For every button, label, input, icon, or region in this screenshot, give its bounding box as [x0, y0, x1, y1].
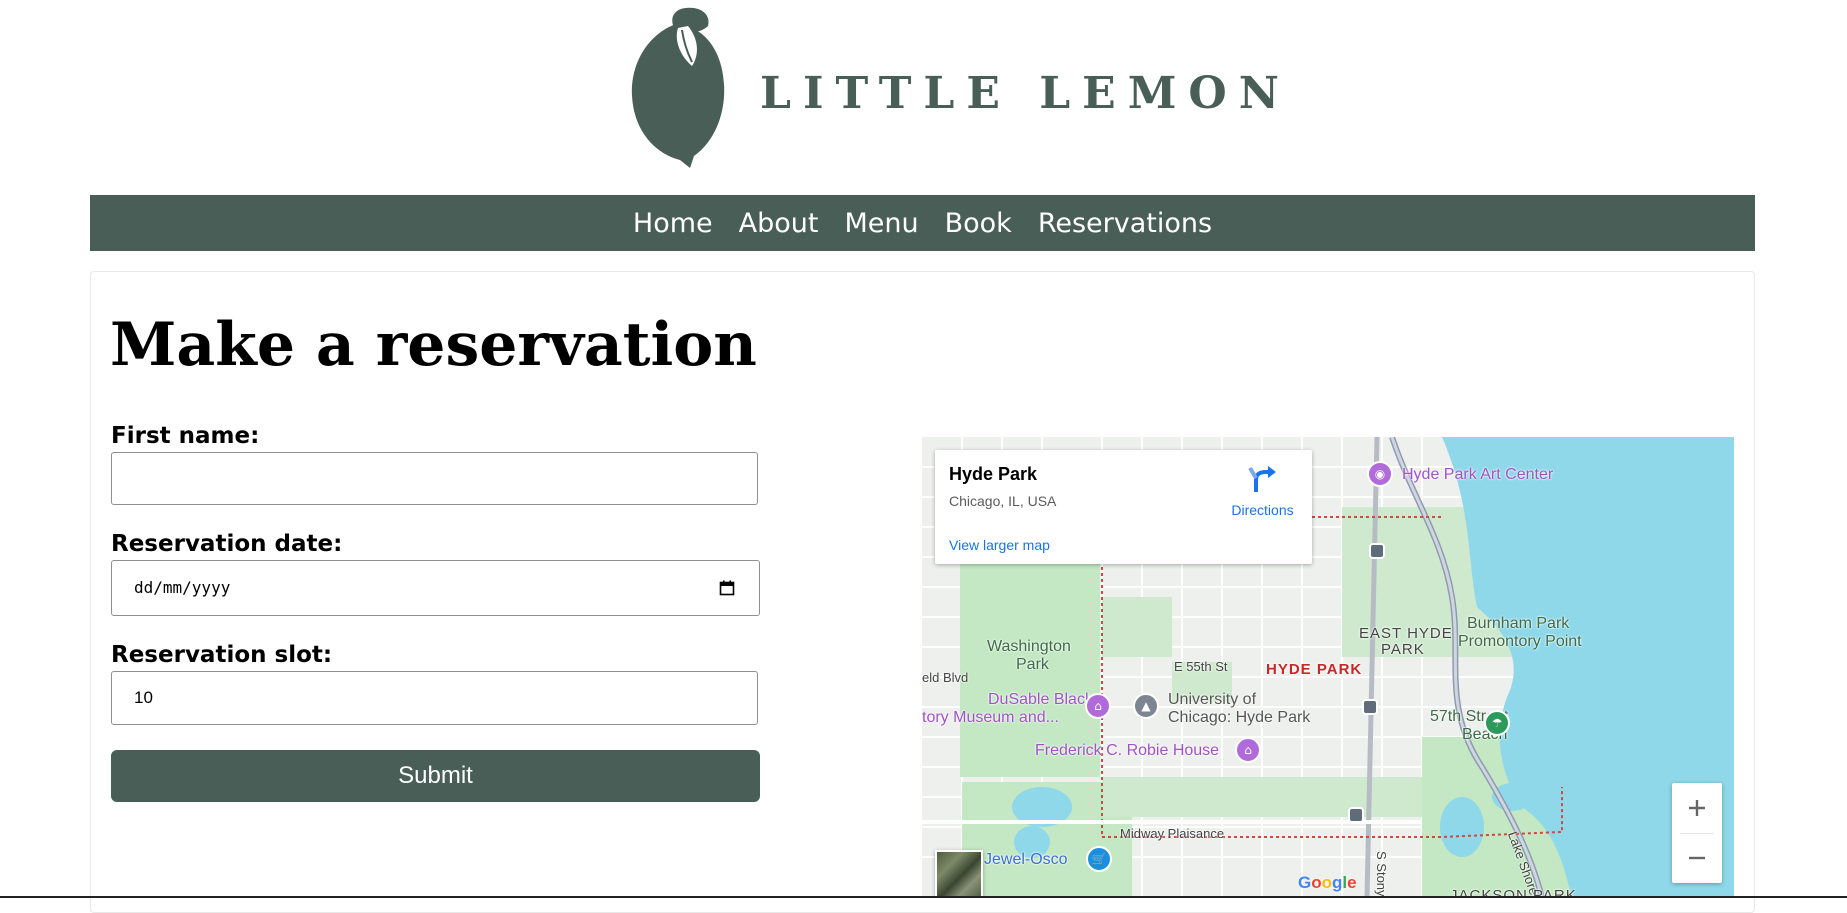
place-address: Chicago, IL, USA [949, 493, 1057, 509]
lemon-icon [631, 7, 725, 168]
nav-about[interactable]: About [739, 208, 819, 239]
first-name-input[interactable] [111, 452, 758, 505]
directions-label: Directions [1231, 502, 1294, 518]
minus-icon [1689, 856, 1705, 860]
map-label-east-hyde-park-1: EAST HYDE [1359, 625, 1453, 642]
nav-book[interactable]: Book [945, 208, 1012, 239]
nav-menu[interactable]: Menu [844, 208, 918, 239]
nav-home[interactable]: Home [633, 208, 713, 239]
map-label-uchicago-2[interactable]: Chicago: Hyde Park [1168, 709, 1310, 726]
reservation-date-label: Reservation date: [111, 531, 343, 557]
map-label-midway: Midway Plaisance [1120, 826, 1225, 841]
shopping-cart-icon[interactable]: 🛒 [1086, 846, 1112, 872]
place-title: Hyde Park [949, 464, 1038, 484]
map-label-uchicago-1[interactable]: University of [1168, 691, 1256, 708]
map-label-burnham-1: Burnham Park [1467, 615, 1570, 632]
transit-icon[interactable] [1348, 807, 1364, 823]
plus-icon [1689, 800, 1705, 816]
map-label-robie[interactable]: Frederick C. Robie House [1035, 742, 1219, 759]
transit-icon[interactable] [1362, 699, 1378, 715]
submit-button[interactable]: Submit [111, 750, 760, 802]
reservation-date-input[interactable]: dd/mm/yyyy [111, 560, 760, 616]
map-label-e55th: E 55th St [1174, 659, 1228, 674]
directions-button[interactable]: Directions [1220, 462, 1305, 522]
site-header: LITTLE LEMON [0, 0, 1847, 195]
map-info-card: Hyde Park Chicago, IL, USA View larger m… [935, 450, 1312, 564]
map-label-east-hyde-park-2: PARK [1381, 641, 1425, 658]
map-label-jewel[interactable]: Jewel-Osco [984, 851, 1068, 868]
satellite-toggle-button[interactable] [935, 850, 983, 898]
zoom-out-button[interactable] [1672, 833, 1722, 883]
map-label-hyde-park-art-center[interactable]: Hyde Park Art Center [1402, 466, 1553, 483]
embedded-map[interactable]: ◉ Hyde Park Art Center Washington Park E… [922, 437, 1734, 898]
transit-icon[interactable] [1369, 543, 1385, 559]
map-label-dusable-2[interactable]: tory Museum and... [922, 709, 1059, 726]
reservation-slot-input[interactable] [111, 671, 758, 725]
directions-icon [1248, 466, 1276, 492]
beach-pin-icon[interactable]: ☂ [1484, 710, 1510, 736]
main-nav: Home About Menu Book Reservations [90, 195, 1755, 251]
brand-logo[interactable]: LITTLE LEMON [628, 4, 1279, 170]
map-label-burnham-2: Promontory Point [1458, 633, 1582, 650]
zoom-control [1672, 783, 1722, 883]
view-larger-map-link[interactable]: View larger map [949, 537, 1050, 553]
page-title: Make a reservation [110, 310, 757, 380]
first-name-label: First name: [111, 423, 260, 449]
reservation-slot-label: Reservation slot: [111, 642, 333, 668]
map-label-washington-park-1: Washington [987, 638, 1071, 655]
reservation-date-value: dd/mm/yyyy [134, 578, 231, 597]
map-label-garfield: eld Blvd [922, 670, 969, 685]
university-pin-icon[interactable]: ▲ [1133, 693, 1159, 719]
map-label-hyde-park-area: HYDE PARK [1266, 661, 1363, 678]
google-logo: Google [1298, 873, 1357, 892]
museum-pin-icon[interactable]: ⌂ [1235, 737, 1261, 763]
museum-pin-icon[interactable]: ⌂ [1085, 693, 1111, 719]
map-label-washington-park-2: Park [1016, 656, 1049, 673]
nav-reservations[interactable]: Reservations [1038, 208, 1212, 239]
calendar-icon[interactable] [719, 580, 735, 596]
museum-pin-icon[interactable]: ◉ [1367, 461, 1393, 487]
brand-name: LITTLE LEMON [760, 68, 1291, 119]
map-label-dusable-1[interactable]: DuSable Black [988, 691, 1093, 708]
zoom-in-button[interactable] [1672, 783, 1722, 833]
map-label-stony: S Stony [1374, 851, 1389, 897]
